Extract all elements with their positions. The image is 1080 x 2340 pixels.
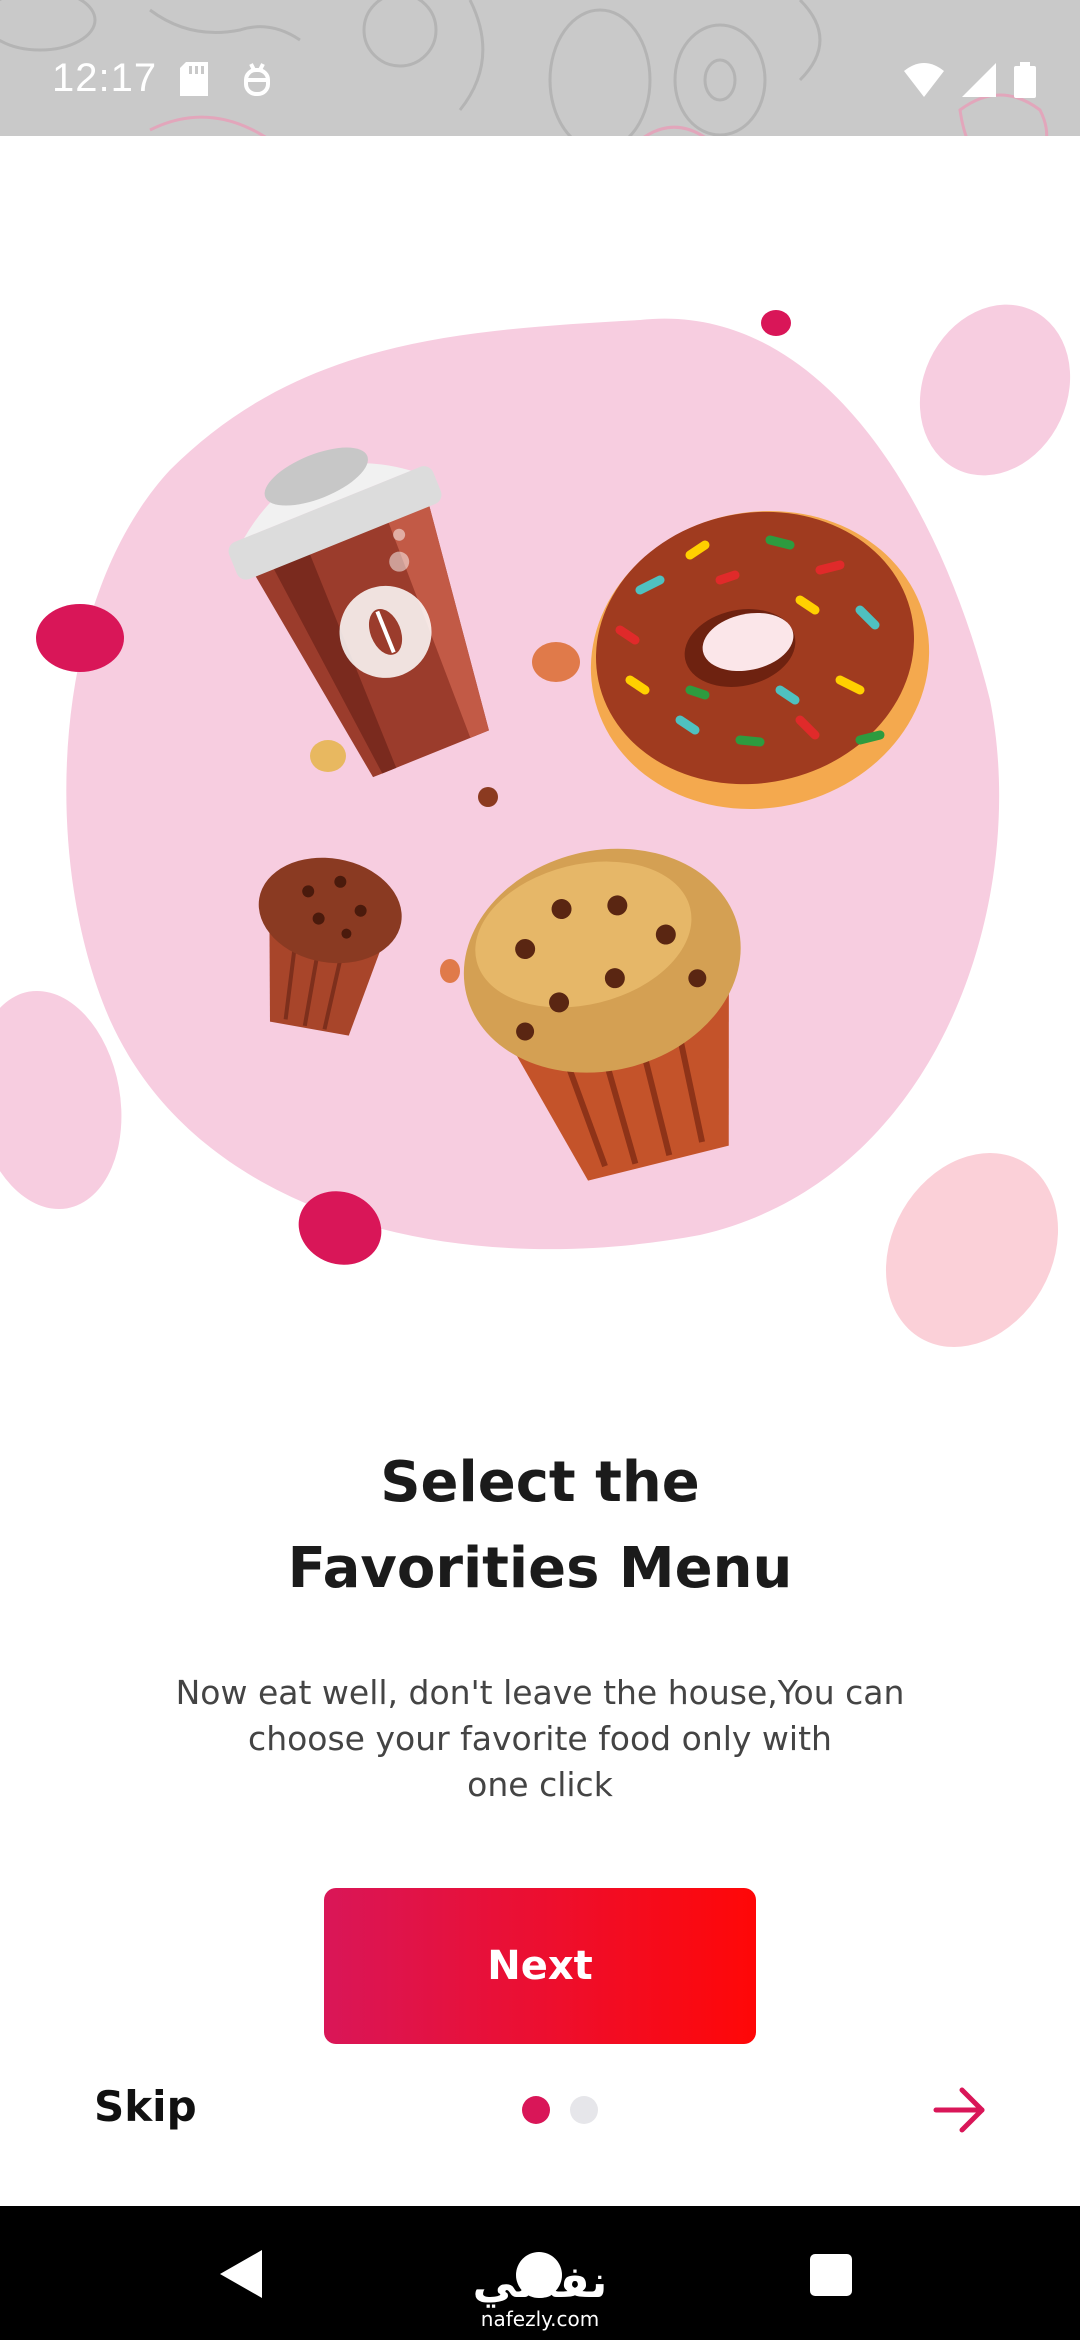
crumb-orange-small xyxy=(440,959,460,983)
next-button[interactable]: Next xyxy=(324,1888,756,2044)
watermark-arabic: نفذلي xyxy=(472,2257,608,2308)
recents-icon[interactable] xyxy=(810,2254,852,2296)
back-icon[interactable] xyxy=(220,2250,262,2298)
blob-bottom-right xyxy=(885,1153,1059,1347)
page-indicator xyxy=(522,2096,598,2124)
description-line-1: Now eat well, don't leave the house,You … xyxy=(175,1673,905,1712)
description-line-3: one click xyxy=(467,1765,613,1804)
debug-icon xyxy=(244,63,270,96)
hero-illustration xyxy=(0,304,1071,1347)
page-dot-2 xyxy=(570,2096,598,2124)
title-line-2: Favorities Menu xyxy=(287,1536,793,1601)
description-line-2: choose your favorite food only with xyxy=(248,1719,832,1758)
blob-top-right xyxy=(919,304,1071,476)
cell-signal-icon xyxy=(962,63,996,97)
watermark: نفذلي nafezly.com xyxy=(460,2257,620,2331)
crumb-brown xyxy=(478,787,498,807)
onboarding-title: Select the Favorities Menu xyxy=(0,1440,1080,1612)
battery-icon xyxy=(1014,62,1036,98)
pink-blob-background xyxy=(66,318,1000,1250)
sd-card-icon xyxy=(180,62,208,96)
status-bar: 12:17 xyxy=(0,0,1080,136)
wifi-icon xyxy=(904,63,944,97)
skip-button[interactable]: Skip xyxy=(94,2082,197,2131)
blob-red-top xyxy=(761,310,791,336)
watermark-latin: nafezly.com xyxy=(480,2307,600,2331)
blob-red-left xyxy=(36,604,124,672)
status-time: 12:17 xyxy=(52,56,158,100)
crumb-orange xyxy=(532,642,580,682)
arrow-right-icon[interactable] xyxy=(930,2082,990,2138)
onboarding-description: Now eat well, don't leave the house,You … xyxy=(140,1670,940,1808)
title-line-1: Select the xyxy=(380,1450,700,1515)
crumb-yellow xyxy=(310,740,346,772)
page-dot-1 xyxy=(522,2096,550,2124)
